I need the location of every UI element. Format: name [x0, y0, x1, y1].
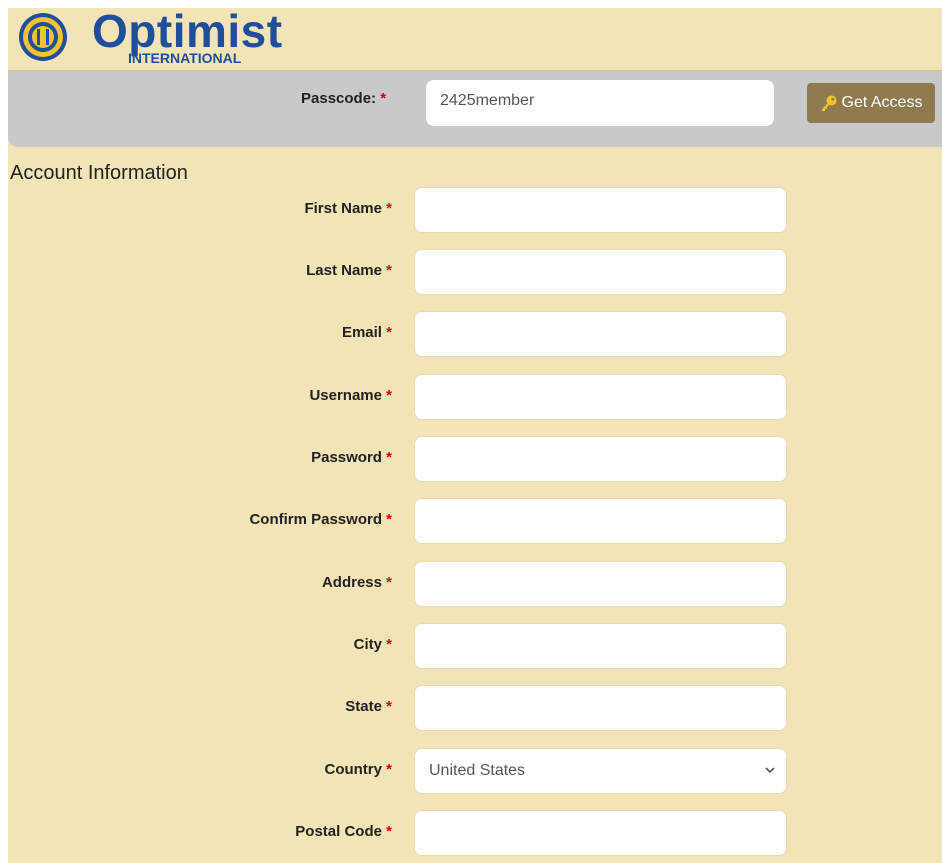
get-access-button[interactable]: Get Access [807, 83, 935, 123]
confirm-password-label: Confirm Password * [249, 511, 392, 528]
required-marker: * [386, 636, 392, 653]
required-marker: * [386, 761, 392, 778]
state-label: State * [345, 698, 392, 715]
get-access-label: Get Access [841, 94, 923, 111]
required-marker: * [386, 574, 392, 591]
passcode-label-text: Passcode: [301, 90, 377, 107]
state-row: State * [8, 685, 942, 733]
first-name-label-text: First Name [304, 200, 382, 217]
first-name-input[interactable] [414, 187, 787, 233]
required-marker: * [386, 823, 392, 840]
country-label-text: Country [324, 761, 382, 778]
last-name-input[interactable] [414, 249, 787, 295]
email-label-text: Email [341, 324, 382, 341]
username-label: Username * [309, 387, 392, 404]
postal-code-label: Postal Code * [295, 823, 392, 840]
confirm-password-label-text: Confirm Password [249, 511, 382, 528]
first-name-label: First Name * [304, 200, 392, 217]
postal-code-input[interactable] [414, 810, 787, 856]
city-label-text: City [353, 636, 382, 653]
username-label-text: Username [309, 387, 382, 404]
required-marker: * [386, 200, 392, 217]
username-row: Username * [8, 374, 942, 422]
password-input[interactable] [414, 436, 787, 482]
address-label: Address * [322, 574, 392, 591]
postal-code-label-text: Postal Code [295, 823, 382, 840]
password-row: Password * [8, 436, 942, 484]
optimist-logo-icon [19, 13, 67, 61]
password-label: Password * [311, 449, 392, 466]
chevron-down-icon [765, 767, 775, 774]
confirm-password-row: Confirm Password * [8, 498, 942, 546]
email-label: Email * [342, 324, 392, 341]
required-marker: * [386, 698, 392, 715]
passcode-bar: Passcode: * 2425member Get Access [8, 71, 942, 147]
address-row: Address * [8, 561, 942, 609]
required-marker: * [386, 387, 392, 404]
passcode-input[interactable]: 2425member [426, 80, 774, 126]
last-name-label: Last Name * [306, 262, 392, 279]
passcode-label: Passcode: * [301, 90, 386, 107]
last-name-row: Last Name * [8, 249, 942, 297]
password-label-text: Password [311, 449, 382, 466]
registration-page: Optimist INTERNATIONAL Passcode: * 2425m… [8, 8, 942, 863]
city-label: City * [354, 636, 392, 653]
required-marker: * [386, 262, 392, 279]
email-row: Email * [8, 311, 942, 359]
first-name-row: First Name * [8, 187, 942, 235]
confirm-password-input[interactable] [414, 498, 787, 544]
state-label-text: State [345, 698, 382, 715]
city-input[interactable] [414, 623, 787, 669]
last-name-label-text: Last Name [306, 262, 382, 279]
required-marker: * [386, 511, 392, 528]
country-select[interactable]: United States [414, 748, 787, 794]
state-input[interactable] [414, 685, 787, 731]
required-marker: * [380, 90, 387, 107]
country-row: Country * United States [8, 748, 942, 796]
section-title: Account Information [10, 162, 188, 184]
logo-subtitle: INTERNATIONAL [128, 50, 242, 66]
postal-code-row: Postal Code * [8, 810, 942, 858]
country-value: United States [429, 762, 526, 779]
required-marker: * [386, 324, 392, 341]
city-row: City * [8, 623, 942, 671]
key-icon [821, 95, 837, 111]
address-label-text: Address [321, 574, 382, 591]
header: Optimist INTERNATIONAL [8, 8, 942, 71]
username-input[interactable] [414, 374, 787, 420]
address-input[interactable] [414, 561, 787, 607]
email-input[interactable] [414, 311, 787, 357]
required-marker: * [386, 449, 392, 466]
country-label: Country * [324, 761, 392, 778]
